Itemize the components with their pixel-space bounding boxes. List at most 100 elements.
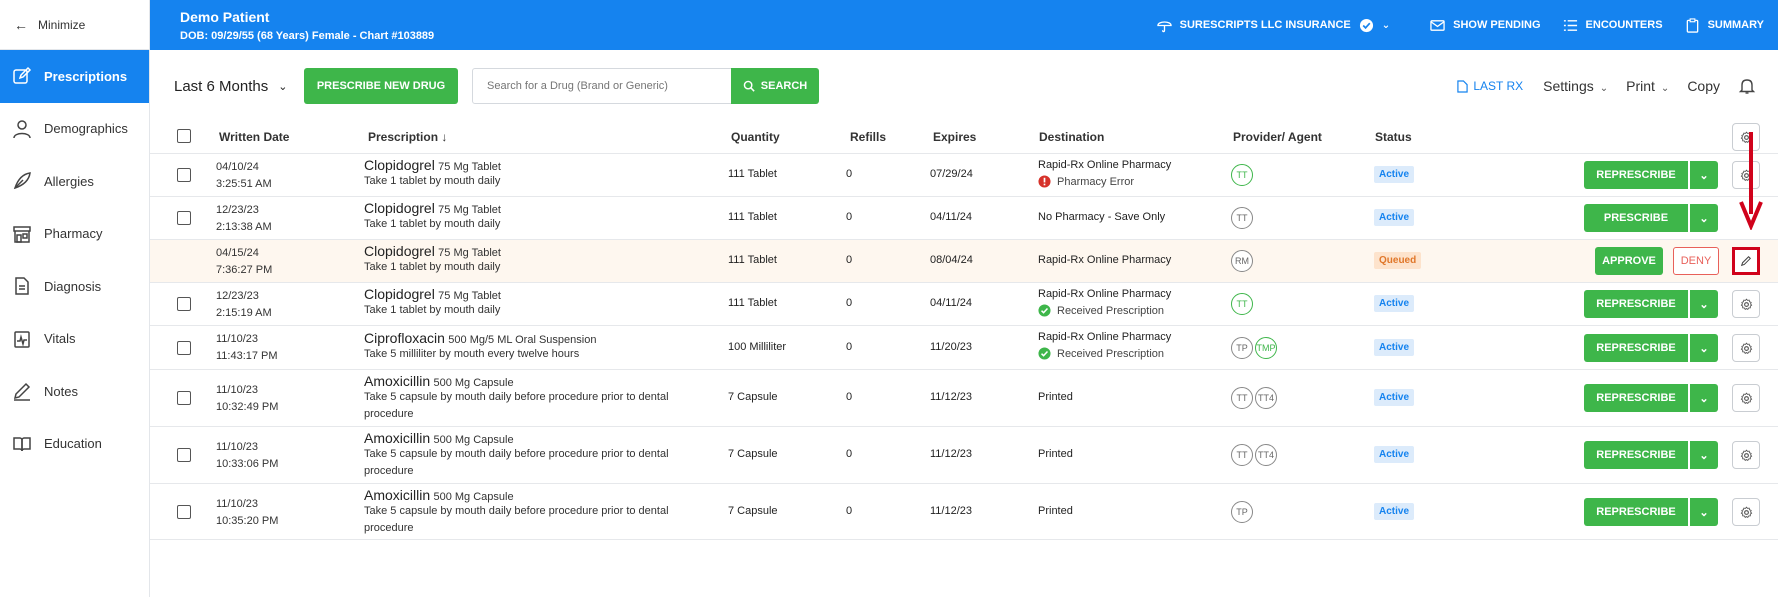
destination-cell: Rapid-Rx Online Pharmacy Pharmacy Error	[1038, 159, 1171, 188]
settings-dropdown[interactable]: Settings ⌄	[1543, 78, 1608, 94]
represcribe-button[interactable]: REPRESCRIBE	[1584, 384, 1688, 412]
more-options-button[interactable]: ⌄	[1690, 204, 1718, 232]
select-all-checkbox[interactable]	[177, 129, 191, 143]
quantity-value: 111 Tablet	[728, 211, 777, 223]
provider-avatar[interactable]: TP	[1231, 337, 1253, 359]
status-badge: Active	[1374, 446, 1415, 463]
provider-avatar[interactable]: TT4	[1255, 387, 1277, 409]
row-settings-button[interactable]	[1732, 384, 1760, 412]
drug-sig: Take 5 capsule by mouth daily before pro…	[364, 448, 669, 477]
prescription-cell: Clopidogrel 75 Mg Tablet Take 1 tablet by…	[364, 157, 501, 190]
sidebar-item-education[interactable]: Education	[0, 418, 149, 471]
sidebar-item-label: Prescriptions	[44, 68, 128, 84]
destination-name: Printed	[1038, 448, 1073, 460]
last-rx-button[interactable]: LAST RX	[1457, 79, 1523, 93]
written-date: 12/23/23 2:15:19 AM	[216, 288, 272, 322]
copy-button[interactable]: Copy	[1687, 78, 1720, 94]
represcribe-button[interactable]: REPRESCRIBE	[1584, 441, 1688, 469]
sidebar-item-demographics[interactable]: Demographics	[0, 103, 149, 156]
insurance-label: SURESCRIPTS LLC INSURANCE	[1179, 19, 1351, 31]
sidebar-item-pharmacy[interactable]: Pharmacy	[0, 208, 149, 261]
row-checkbox[interactable]	[177, 168, 191, 182]
provider-avatar[interactable]: TP	[1231, 501, 1253, 523]
prescribe-button[interactable]: PRESCRIBE	[1584, 204, 1688, 232]
edit-prescription-button[interactable]	[1732, 247, 1760, 275]
represcribe-button[interactable]: REPRESCRIBE	[1584, 290, 1688, 318]
represcribe-button[interactable]: REPRESCRIBE	[1584, 161, 1688, 189]
more-options-button[interactable]: ⌄	[1690, 290, 1718, 318]
header-expires[interactable]: Expires	[933, 130, 976, 144]
sidebar-item-prescriptions[interactable]: Prescriptions	[0, 50, 149, 103]
refills-value: 0	[846, 297, 853, 309]
deny-button[interactable]: DENY	[1673, 247, 1719, 275]
clipboard-pulse-icon	[14, 331, 30, 348]
more-options-button[interactable]: ⌄	[1690, 498, 1718, 526]
time-value: 7:36:27 PM	[216, 264, 273, 276]
header-written-date[interactable]: Written Date	[219, 130, 289, 144]
represcribe-split-button: REPRESCRIBE ⌄	[1584, 290, 1718, 318]
sidebar-item-vitals[interactable]: Vitals	[0, 313, 149, 366]
row-settings-button[interactable]	[1732, 290, 1760, 318]
chevron-down-icon: ⌄	[1660, 83, 1670, 94]
sidebar-item-notes[interactable]: Notes	[0, 365, 149, 418]
summary-button[interactable]: SUMMARY	[1685, 17, 1764, 33]
pencil-icon	[13, 383, 31, 401]
row-checkbox[interactable]	[177, 341, 191, 355]
row-checkbox[interactable]	[177, 448, 191, 462]
status-cell: Active	[1374, 295, 1415, 312]
quantity-value: 111 Tablet	[728, 168, 777, 180]
print-dropdown[interactable]: Print ⌄	[1626, 78, 1669, 94]
provider-avatar[interactable]: TT	[1231, 387, 1253, 409]
row-checkbox[interactable]	[177, 211, 191, 225]
encounters-button[interactable]: ENCOUNTERS	[1563, 18, 1663, 33]
period-dropdown[interactable]: Last 6 Months ⌄	[174, 78, 287, 95]
expires-value: 11/20/23	[930, 341, 973, 353]
header-provider-agent[interactable]: Provider/ Agent	[1233, 130, 1322, 144]
row-settings-button[interactable]	[1732, 498, 1760, 526]
header-destination[interactable]: Destination	[1039, 130, 1104, 144]
quantity-value: 7 Capsule	[728, 391, 778, 403]
search-button[interactable]: SEARCH	[731, 68, 819, 104]
more-options-button[interactable]: ⌄	[1690, 161, 1718, 189]
time-value: 10:32:49 PM	[216, 401, 279, 413]
status-badge: Active	[1374, 503, 1415, 520]
more-options-button[interactable]: ⌄	[1690, 384, 1718, 412]
show-pending-button[interactable]: SHOW PENDING	[1430, 18, 1541, 33]
header-prescription[interactable]: Prescription ↓	[368, 130, 447, 144]
header-status[interactable]: Status	[1375, 130, 1412, 144]
quantity-value: 111 Tablet	[728, 297, 777, 309]
more-options-button[interactable]: ⌄	[1690, 441, 1718, 469]
header-refills[interactable]: Refills	[850, 130, 886, 144]
prescribe-new-drug-button[interactable]: PRESCRIBE NEW DRUG	[304, 68, 458, 104]
provider-avatar[interactable]: TT	[1231, 293, 1253, 315]
approve-button[interactable]: APPROVE	[1595, 247, 1663, 275]
sidebar-item-diagnosis[interactable]: Diagnosis	[0, 260, 149, 313]
bell-icon[interactable]	[1738, 77, 1756, 95]
insurance-dropdown[interactable]: SURESCRIPTS LLC INSURANCE ⌄	[1156, 18, 1390, 33]
provider-avatar[interactable]: TT	[1231, 444, 1253, 466]
represcribe-button[interactable]: REPRESCRIBE	[1584, 498, 1688, 526]
provider-cell: TT TT4	[1231, 444, 1279, 466]
row-checkbox[interactable]	[177, 505, 191, 519]
header-quantity[interactable]: Quantity	[731, 130, 780, 144]
provider-avatar[interactable]: RM	[1231, 250, 1253, 272]
row-settings-button[interactable]	[1732, 441, 1760, 469]
row-checkbox[interactable]	[177, 297, 191, 311]
status-cell: Active	[1374, 166, 1415, 183]
provider-avatar[interactable]: TMP	[1255, 337, 1277, 359]
sidebar-item-allergies[interactable]: Allergies	[0, 155, 149, 208]
drug-name: Amoxicillin	[364, 373, 431, 389]
time-value: 2:13:38 AM	[216, 221, 272, 233]
drug-sig: Take 1 tablet by mouth daily	[364, 218, 501, 230]
drug-form: 500 Mg Capsule	[433, 491, 514, 503]
provider-avatar[interactable]: TT4	[1255, 444, 1277, 466]
provider-avatar[interactable]: TT	[1231, 164, 1253, 186]
more-options-button[interactable]: ⌄	[1690, 334, 1718, 362]
provider-avatar[interactable]: TT	[1231, 207, 1253, 229]
check-circle-icon	[1038, 347, 1051, 360]
minimize-button[interactable]: ← Minimize	[0, 0, 149, 50]
row-checkbox[interactable]	[177, 391, 191, 405]
row-settings-button[interactable]	[1732, 334, 1760, 362]
represcribe-button[interactable]: REPRESCRIBE	[1584, 334, 1688, 362]
drug-search-input[interactable]	[472, 68, 732, 104]
